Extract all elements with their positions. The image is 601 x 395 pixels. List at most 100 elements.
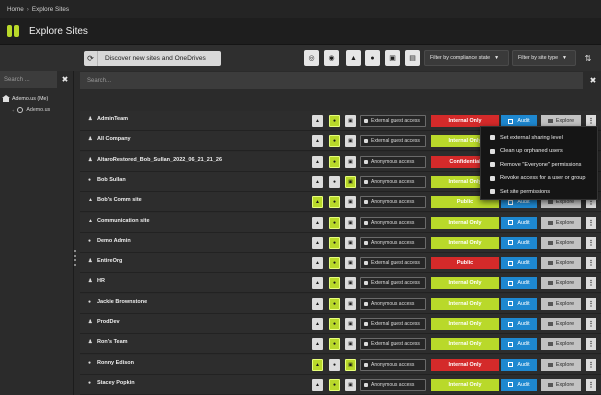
user-icon[interactable]: ● — [329, 115, 340, 127]
user-icon[interactable]: ● — [329, 196, 340, 209]
resize-handle[interactable] — [74, 250, 78, 266]
site-name[interactable]: ♟ HR — [88, 278, 105, 284]
site-name[interactable]: ♟ ProdDev — [88, 319, 120, 325]
more-options-icon[interactable]: ⋮ — [586, 277, 596, 290]
lock-icon[interactable]: ▲ — [312, 196, 323, 209]
audit-button[interactable]: Audit — [501, 318, 537, 330]
lock-icon[interactable]: ▲ — [312, 115, 323, 127]
user-square-icon[interactable]: ▣ — [345, 318, 356, 330]
user-icon[interactable]: ● — [329, 297, 340, 310]
expand-toggle-icon[interactable]: + — [12, 108, 14, 113]
site-name[interactable]: ● Ronny Edison — [88, 360, 134, 366]
audit-button[interactable]: Audit — [501, 378, 537, 391]
table-row[interactable]: ♟ Ron's Team ▲ ● ▣ External guest access Inter… — [80, 334, 601, 355]
filter-site-type-select[interactable]: Filter by site type ▼ — [512, 50, 576, 66]
user-icon[interactable]: ● — [329, 135, 340, 148]
site-name[interactable]: ● Demo Admin — [88, 238, 131, 244]
lock-icon[interactable]: ▲ — [312, 135, 323, 148]
user-square-icon[interactable]: ▣ — [345, 115, 356, 127]
site-name[interactable]: ▲ Bob's Comm site — [88, 197, 142, 203]
user-square-icon[interactable]: ▣ — [345, 338, 356, 351]
site-name[interactable]: ● Stacey Popkin — [88, 380, 135, 386]
lock-icon[interactable]: ▲ — [312, 338, 323, 351]
context-menu-item[interactable]: Set external sharing level — [481, 131, 597, 145]
table-row[interactable]: ♟ ProdDev ▲ ● ▣ External guest access Internal… — [80, 314, 601, 334]
document-icon[interactable]: ▤ — [405, 50, 420, 66]
more-options-icon[interactable]: ⋮ — [586, 257, 596, 270]
user-square-icon[interactable]: ▣ — [345, 277, 356, 290]
tree-root[interactable]: Ademo.us (Me) — [2, 95, 48, 102]
tree-child[interactable]: + Ademo.us — [12, 107, 50, 113]
user-square-icon[interactable]: ▣ — [345, 297, 356, 310]
user-square-icon[interactable]: ▣ — [345, 358, 356, 371]
sidebar-search-input[interactable]: Search ... — [0, 71, 57, 88]
more-options-icon[interactable]: ⋮ — [586, 338, 596, 351]
explore-button[interactable]: Explore — [541, 257, 581, 270]
table-row[interactable]: ● Ronny Edison ▲ ● ▣ Anonymous access Internal… — [80, 354, 601, 375]
filter-compliance-select[interactable]: Filter by compliance state ▼ — [424, 50, 509, 66]
audit-button[interactable]: Audit — [501, 216, 537, 229]
table-row[interactable]: ▲ Communication site ▲ ● ▣ Anonymous access In… — [80, 212, 601, 233]
site-name[interactable]: ▲ Communication site — [88, 218, 150, 224]
user-square-icon[interactable]: ▣ — [345, 216, 356, 229]
user-icon[interactable]: ● — [329, 277, 340, 290]
user-square-icon[interactable]: ▣ — [345, 155, 356, 168]
user-icon[interactable]: ● — [329, 358, 340, 371]
main-search-input[interactable]: Search... — [80, 72, 583, 89]
lock-icon[interactable]: ▲ — [312, 277, 323, 290]
sidebar-clear-icon[interactable]: ✖ — [60, 74, 70, 84]
site-name[interactable]: ♟ AltaroRestored_Bob_Sullan_2022_06_21_21… — [88, 157, 222, 163]
user-icon[interactable]: ● — [329, 175, 340, 188]
audit-button[interactable]: Audit — [501, 236, 537, 249]
more-options-icon[interactable]: ⋮ — [586, 236, 596, 249]
user-icon[interactable]: ● — [329, 216, 340, 229]
more-options-icon[interactable]: ⋮ — [586, 358, 596, 371]
user-square-icon[interactable]: ▣ — [345, 257, 356, 270]
user-square-icon[interactable]: ▣ — [385, 50, 400, 66]
more-options-icon[interactable]: ⋮ — [586, 216, 596, 229]
site-name[interactable]: ♟ Ron's Team — [88, 339, 128, 345]
explore-button[interactable]: Explore — [541, 236, 581, 249]
site-name[interactable]: ♟ All Company — [88, 136, 131, 142]
audit-button[interactable]: Audit — [501, 257, 537, 270]
user-square-icon[interactable]: ▣ — [345, 236, 356, 249]
target-icon[interactable]: ◎ — [304, 50, 319, 66]
site-name[interactable]: ● Bob Sullan — [88, 177, 126, 183]
lock-icon[interactable]: ▲ — [312, 358, 323, 371]
lock-icon[interactable]: ▲ — [312, 236, 323, 249]
explore-button[interactable]: Explore — [541, 297, 581, 310]
explore-button[interactable]: Explore — [541, 318, 581, 330]
context-menu-item[interactable]: Clean up orphaned users — [481, 145, 597, 159]
breadcrumb-home[interactable]: Home — [7, 6, 24, 13]
context-menu-item[interactable]: Set site permissions — [481, 185, 597, 199]
context-menu-item[interactable]: Revoke access for a user or group — [481, 172, 597, 186]
explore-button[interactable]: Explore — [541, 338, 581, 351]
context-menu-item[interactable]: Remove "Everyone" permissions — [481, 158, 597, 172]
user-square-icon[interactable]: ▣ — [345, 196, 356, 209]
user-icon[interactable]: ● — [329, 155, 340, 168]
user-icon[interactable]: ● — [329, 378, 340, 391]
user-icon[interactable]: ● — [329, 257, 340, 270]
sort-icon[interactable]: ⇅ — [579, 50, 597, 66]
more-options-icon[interactable]: ⋮ — [586, 297, 596, 310]
audit-button[interactable]: Audit — [501, 297, 537, 310]
lock-icon[interactable]: ▲ — [312, 175, 323, 188]
lock-icon[interactable]: ▲ — [312, 318, 323, 330]
explore-button[interactable]: Explore — [541, 216, 581, 229]
audit-button[interactable]: Audit — [501, 358, 537, 371]
user-icon[interactable]: ● — [365, 50, 380, 66]
table-row[interactable]: ● Stacey Popkin ▲ ● ▣ Anonymous access Interna… — [80, 374, 601, 395]
lock-icon[interactable]: ▲ — [312, 297, 323, 310]
explore-button[interactable]: Explore — [541, 378, 581, 391]
audit-button[interactable]: Audit — [501, 338, 537, 351]
lock-icon[interactable]: ▲ — [346, 50, 361, 66]
lock-icon[interactable]: ▲ — [312, 378, 323, 391]
table-row[interactable]: ♟ HR ▲ ● ▣ External guest access Internal Only… — [80, 273, 601, 294]
more-options-icon[interactable]: ⋮ — [586, 318, 596, 330]
more-options-icon[interactable]: ⋮ — [586, 378, 596, 391]
user-icon[interactable]: ● — [329, 318, 340, 330]
user-square-icon[interactable]: ▣ — [345, 175, 356, 188]
table-row[interactable]: ♟ EntireOrg ▲ ● ▣ External guest access Public… — [80, 253, 601, 274]
user-icon[interactable]: ● — [329, 338, 340, 351]
main-clear-icon[interactable]: ✖ — [588, 75, 598, 85]
